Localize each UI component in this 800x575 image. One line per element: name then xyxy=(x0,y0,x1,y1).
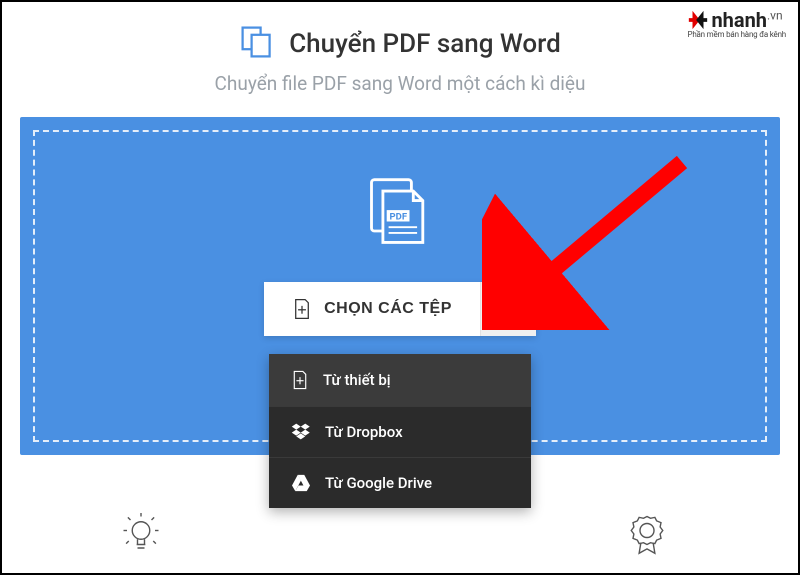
footer-feature-icons xyxy=(2,513,798,567)
brand-mark-icon xyxy=(687,9,709,31)
menu-item-label: Từ Dropbox xyxy=(325,423,403,441)
pdf-files-icon: PDF xyxy=(362,174,438,254)
add-file-icon xyxy=(292,298,312,320)
google-drive-icon xyxy=(291,474,311,492)
chevron-up-icon xyxy=(500,301,516,317)
menu-item-label: Từ Google Drive xyxy=(325,474,432,492)
menu-item-label: Từ thiết bị xyxy=(323,371,391,389)
brand-tagline: Phần mềm bán hàng đa kênh xyxy=(687,30,786,39)
award-badge-icon xyxy=(626,513,668,555)
choose-files-button[interactable]: CHỌN CÁC TỆP xyxy=(264,282,480,336)
dropzone[interactable]: PDF CHỌN CÁC TỆP xyxy=(20,117,780,455)
brand-name: nhanh.vn xyxy=(711,8,782,32)
dropbox-icon xyxy=(291,423,311,441)
menu-item-google-drive[interactable]: Từ Google Drive xyxy=(269,458,531,508)
choose-files-expand-button[interactable] xyxy=(480,282,536,336)
source-menu: Từ thiết bị Từ Dropbox Từ Google Drive xyxy=(269,354,531,508)
lightbulb-icon xyxy=(120,513,162,555)
page-title: Chuyển PDF sang Word xyxy=(289,29,561,59)
svg-text:PDF: PDF xyxy=(390,212,408,223)
menu-item-dropbox[interactable]: Từ Dropbox xyxy=(269,407,531,458)
choose-files-label: CHỌN CÁC TỆP xyxy=(324,300,452,318)
choose-files-group: CHỌN CÁC TỆP xyxy=(264,282,536,336)
page-header: Chuyển PDF sang Word Chuyển file PDF san… xyxy=(2,2,798,95)
menu-item-device[interactable]: Từ thiết bị xyxy=(269,354,531,407)
convert-icon xyxy=(239,24,275,64)
page-subtitle: Chuyển file PDF sang Word một cách kì di… xyxy=(2,72,798,95)
brand-logo-block: nhanh.vn Phần mềm bán hàng đa kênh xyxy=(687,8,786,39)
device-file-icon xyxy=(291,370,309,390)
